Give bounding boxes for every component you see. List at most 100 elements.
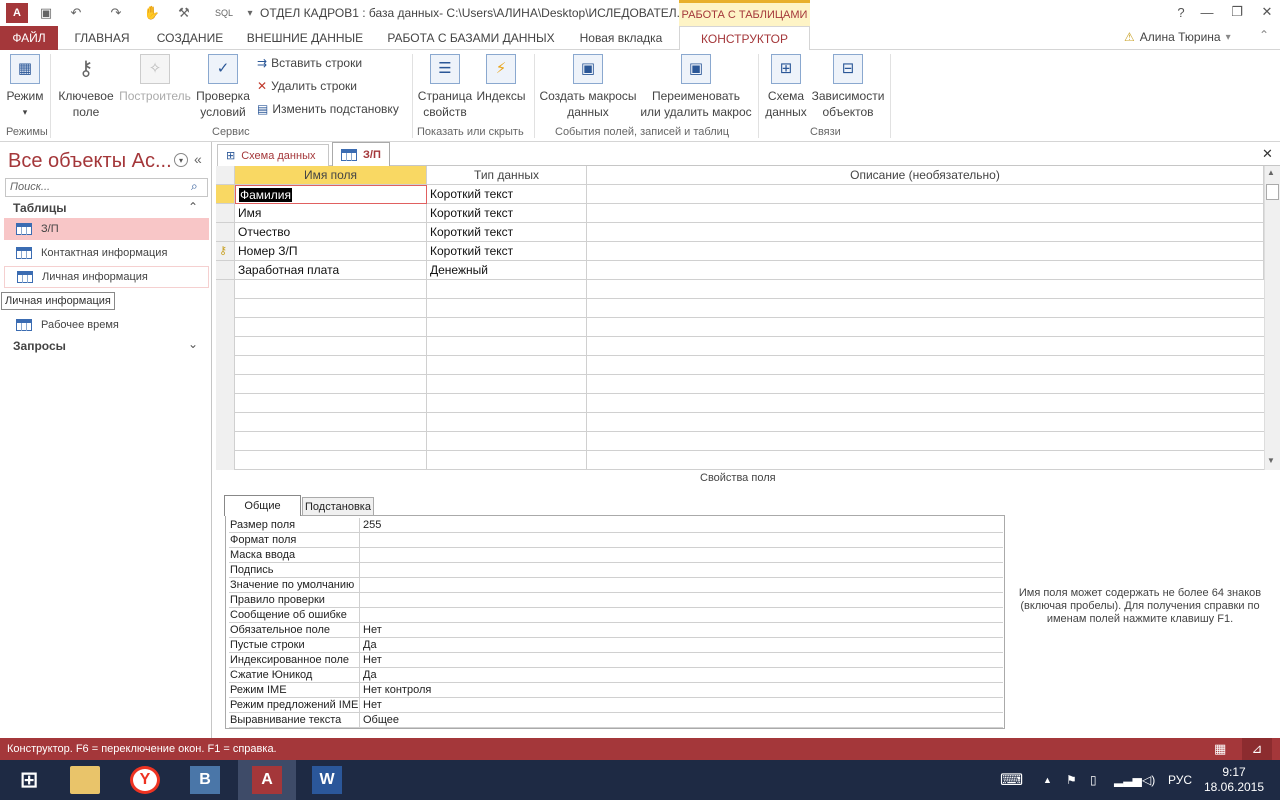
tab-general[interactable]: Общие [224,495,301,516]
tab-lookup[interactable]: Подстановка [302,497,374,515]
customize-quick-access-icon[interactable]: ▾ [240,3,260,23]
property-row[interactable]: Выравнивание текста Общее [229,713,1003,728]
scroll-up-icon[interactable]: ▲ [1267,168,1275,177]
description-cell[interactable] [587,242,1264,261]
field-name-cell[interactable]: Заработная плата [235,261,427,280]
search-icon[interactable]: ⌕ [191,179,198,194]
show-hidden-icons[interactable]: ▲ [1043,760,1052,800]
access-app-icon[interactable]: A [6,3,28,23]
undo-icon[interactable]: ↶ [66,3,86,23]
select-all-corner[interactable] [216,166,235,185]
property-row[interactable]: Обязательное поле Нет [229,623,1003,638]
object-dependencies-button[interactable]: ⊟ Зависимости объектов [810,54,886,120]
tab-create[interactable]: СОЗДАНИЕ [148,26,232,50]
rename-macro-button[interactable]: ▣ Переименовать или удалить макрос [640,54,752,120]
taskbar-vk[interactable]: B [176,760,234,800]
description-cell[interactable] [587,185,1264,204]
modify-lookups-button[interactable]: ▤ Изменить подстановку [257,102,399,116]
design-view-icon[interactable]: ⊿ [1242,738,1272,760]
collapse-up-icon[interactable]: ⌃ [188,200,198,214]
network-icon[interactable]: ▂▃▅ [1114,760,1142,800]
language-indicator[interactable]: РУС [1168,760,1192,800]
nav-pane-title[interactable]: Все объекты Ac... [8,150,172,173]
column-header-data-type[interactable]: Тип данных [427,166,587,185]
clock[interactable]: 9:17 18.06.2015 [1204,760,1264,800]
taskbar-explorer[interactable] [56,760,114,800]
nav-menu-icon[interactable]: ▾ [174,153,188,167]
property-value[interactable]: 255 [363,518,381,533]
expand-down-icon[interactable]: ⌄ [188,337,198,351]
row-selector[interactable] [216,223,235,242]
property-value[interactable]: Общее [363,713,399,728]
description-cell[interactable] [587,223,1264,242]
table-row[interactable]: Фамилия [235,185,427,204]
nav-group-queries[interactable]: Запросы [13,339,66,353]
test-validation-button[interactable]: ✓ Проверка условий [194,54,252,120]
property-row[interactable]: Пустые строки Да [229,638,1003,653]
scrollbar-thumb[interactable] [1266,184,1279,200]
tab-design[interactable]: КОНСТРУКТОР [679,26,810,51]
tab-new[interactable]: Новая вкладка [572,26,670,50]
scroll-down-icon[interactable]: ▼ [1267,456,1275,465]
taskbar-word[interactable]: W [298,760,356,800]
minimize-button[interactable]: — [1192,0,1222,24]
data-type-cell[interactable]: Короткий текст [427,242,587,261]
close-button[interactable]: ✕ [1252,0,1280,24]
nav-group-tables[interactable]: Таблицы [13,201,66,215]
property-sheet-button[interactable]: ☰ Страница свойств [416,54,474,120]
ribbon-collapse-icon[interactable]: ⌃ [1256,28,1272,48]
taskbar-access[interactable]: A [238,760,296,800]
row-selector[interactable] [216,204,235,223]
row-selector[interactable] [216,185,235,204]
row-selector[interactable] [216,280,235,470]
property-value[interactable]: Нет [363,698,382,713]
insert-rows-button[interactable]: ⇉ Вставить строки [257,56,362,70]
property-value[interactable]: Да [363,638,377,653]
nav-search-input[interactable]: Поиск... [5,178,208,197]
nav-table-item[interactable]: Контактная информация [4,242,209,264]
property-row[interactable]: Подпись [229,563,1003,578]
property-row[interactable]: Размер поля 255 [229,518,1003,533]
property-value[interactable]: Да [363,668,377,683]
datasheet-view-icon[interactable]: ▦ [1214,741,1226,757]
column-header-field-name[interactable]: Имя поля [235,166,427,185]
tools-icon[interactable]: ⚒ [174,3,194,23]
property-row[interactable]: Правило проверки [229,593,1003,608]
nav-table-item[interactable]: Личная информация [4,266,209,288]
redo-icon[interactable]: ↷ [106,3,126,23]
keyboard-icon[interactable]: ⌨ [1000,760,1023,800]
property-value[interactable]: Нет [363,653,382,668]
close-document-icon[interactable]: ✕ [1262,146,1273,162]
mode-button[interactable]: ▦ Режим ▾ [4,54,46,120]
description-cell[interactable] [587,261,1264,280]
field-name-cell[interactable]: Отчество [235,223,427,242]
nav-table-item[interactable]: Рабочее время [4,314,209,336]
primary-key-button[interactable]: ⚷ Ключевое поле [56,54,116,120]
sql-view-button[interactable]: SQL [210,3,238,23]
nav-table-item[interactable]: З/П [4,218,209,240]
property-row[interactable]: Маска ввода [229,548,1003,563]
indexes-button[interactable]: ⚡ Индексы [476,54,526,104]
action-center-icon[interactable]: ⚑ [1066,760,1077,800]
property-value[interactable]: Нет [363,623,382,638]
row-selector[interactable]: ⚷ [216,242,235,261]
data-type-cell[interactable]: Короткий текст [427,223,587,242]
battery-icon[interactable]: ▯ [1090,760,1097,800]
property-row[interactable]: Режим предложений IME Нет [229,698,1003,713]
property-row[interactable]: Значение по умолчанию [229,578,1003,593]
tab-table-zp[interactable]: З/П [332,142,390,166]
data-type-cell[interactable]: Короткий текст [427,185,587,204]
touch-mode-icon[interactable]: ✋ [142,3,162,23]
restore-button[interactable]: ❐ [1222,0,1252,24]
property-row[interactable]: Сообщение об ошибке [229,608,1003,623]
property-row[interactable]: Индексированное поле Нет [229,653,1003,668]
taskbar-yandex[interactable]: Y [116,760,174,800]
data-type-cell[interactable]: Короткий текст [427,204,587,223]
nav-collapse-icon[interactable]: « [194,151,202,167]
field-name-cell[interactable]: Фамилия [239,187,292,202]
builder-button[interactable]: ✧ Построитель [118,54,192,104]
tab-relationships[interactable]: ⊞ Схема данных [217,144,329,166]
data-type-cell[interactable]: Денежный [427,261,587,280]
tab-file[interactable]: ФАЙЛ [0,26,58,50]
field-name-cell[interactable]: Номер З/П [235,242,427,261]
